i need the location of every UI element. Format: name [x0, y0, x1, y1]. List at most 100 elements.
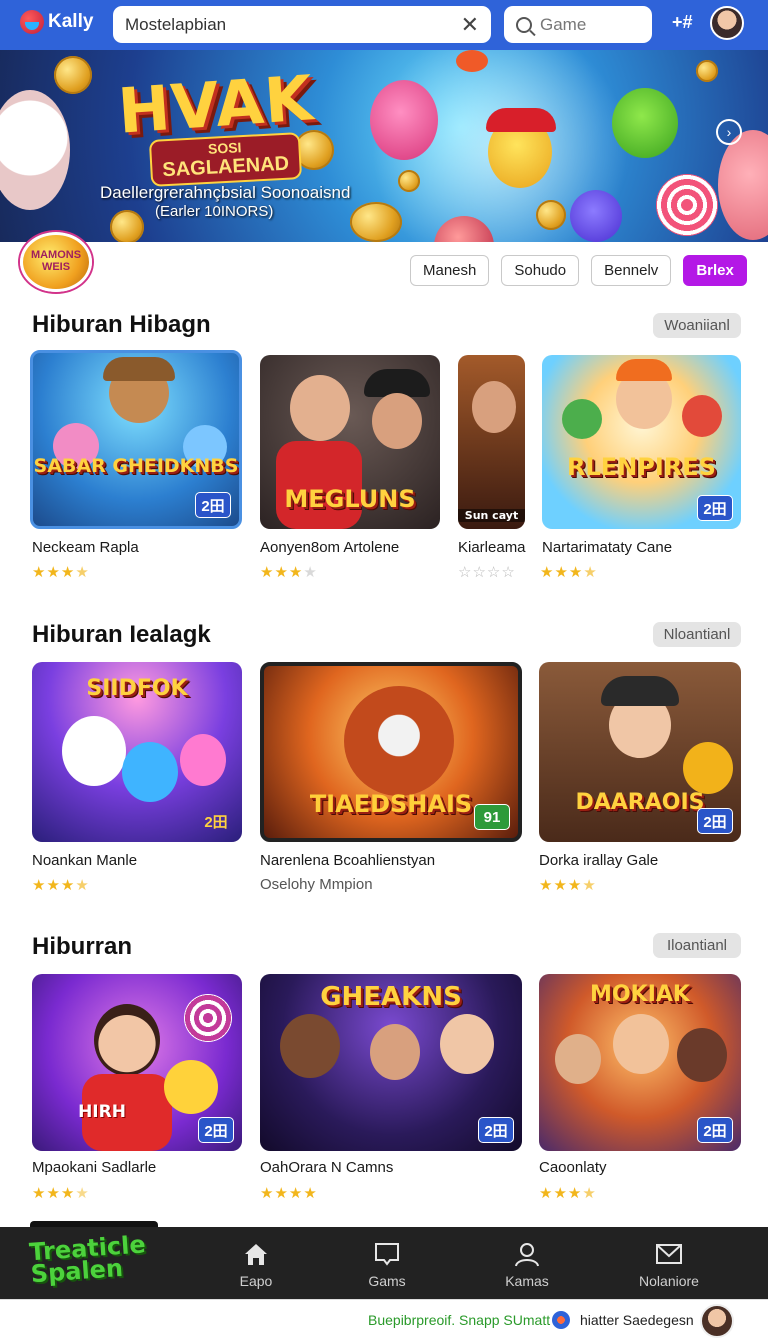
filter-chip[interactable]: Sohudo: [501, 255, 580, 286]
thumbnail-title: HIRH: [78, 1102, 126, 1122]
nav-item-home[interactable]: Eapo: [216, 1241, 296, 1289]
player-count-badge: 2田: [697, 808, 733, 834]
game-title: Mpaokani Sadlarle: [32, 1159, 157, 1176]
mascot-purple-icon: [570, 190, 622, 242]
game-title: Nartarimataty Cane: [542, 539, 673, 556]
rating-stars: ★★★★: [32, 877, 90, 894]
search-input[interactable]: [125, 14, 461, 35]
game-title: Kiarleama: [458, 539, 526, 556]
filter-chips: Manesh Sohudo Bennelv Brlex: [410, 255, 747, 286]
score-badge: 91: [474, 804, 510, 830]
mascot-yellow-icon: [164, 1060, 218, 1114]
mascot-side-icon: [718, 130, 768, 240]
game-search-box[interactable]: Game: [504, 6, 652, 43]
close-icon[interactable]: ✕: [461, 12, 479, 38]
promo-link[interactable]: Buepibrpreoif. Snapp SUmatt: [368, 1312, 550, 1328]
logo-text: Kally: [48, 11, 94, 32]
game-title: Narenlena Bcoahlienstyan: [260, 852, 436, 869]
bottom-navigation: Treaticle Spalen Eapo Gams Kamas Nolanio…: [0, 1221, 768, 1344]
nav-item-messages[interactable]: Nolaniore: [629, 1241, 709, 1289]
hero-text-1: Daellergrerahnçbsial Soonoaisnd: [100, 183, 351, 202]
game-thumbnail[interactable]: SIIDFOK 2田: [32, 662, 242, 842]
candy-swirl-icon: [184, 994, 232, 1042]
game-thumbnail[interactable]: GHEAKNS 2田: [260, 974, 522, 1151]
filter-chip[interactable]: Manesh: [410, 255, 490, 286]
thumbnail-title: SIIDFOK: [86, 676, 188, 701]
character-icon: [94, 1004, 160, 1076]
game-thumbnail[interactable]: RLENPIRES 2田: [542, 355, 741, 529]
game-title: Noankan Manle: [32, 852, 138, 869]
see-more-button[interactable]: Woaniianl: [653, 313, 741, 338]
coin-icon: [398, 170, 420, 192]
mascot-bear-icon: [62, 716, 126, 786]
mascot-pink-icon: [370, 80, 438, 160]
game-title: Aonyen8om Artolene: [260, 539, 400, 556]
rating-stars: ★★★★: [260, 564, 318, 581]
rating-stars: ★★★★: [540, 564, 598, 581]
coin-icon: [536, 200, 566, 230]
character-icon: [562, 399, 602, 439]
hero-subtitle: SOSI SAGLAENAD: [148, 132, 302, 187]
search-box: ✕: [113, 6, 491, 43]
mascot-bear-icon: [0, 90, 70, 210]
hair-icon: [616, 359, 672, 381]
status-dot-icon: [552, 1311, 570, 1329]
character-icon: [290, 375, 350, 441]
game-thumbnail[interactable]: DAARAOIS 2田: [539, 662, 741, 842]
logo-mark-icon: [20, 10, 44, 34]
see-more-button[interactable]: Nloantianl: [653, 622, 741, 647]
coin-icon: [696, 60, 718, 82]
game-thumbnail[interactable]: Sun cayt: [458, 355, 525, 529]
player-count-badge: 2田: [478, 1117, 514, 1143]
player-count-badge: 2田: [697, 1117, 733, 1143]
character-icon: [682, 395, 722, 437]
tab-indicator: [30, 1221, 158, 1227]
character-icon: [613, 1014, 669, 1074]
rating-stars: ★★★★: [32, 1185, 90, 1202]
thumbnail-title: GHEAKNS: [320, 982, 462, 1012]
user-avatar[interactable]: [710, 6, 744, 40]
section-title: Hiburan Iealagk: [32, 621, 211, 648]
mascot-pink-icon: [180, 734, 226, 786]
fox-icon: [344, 686, 454, 796]
character-icon: [555, 1034, 601, 1084]
chevron-right-icon[interactable]: ›: [716, 119, 742, 145]
see-more-button[interactable]: Iloantianl: [653, 933, 741, 958]
app-logo[interactable]: Kally: [20, 10, 93, 34]
notification-icon[interactable]: +#: [672, 12, 693, 33]
character-icon: [677, 1028, 727, 1082]
character-icon: [440, 1014, 494, 1074]
nav-item-profile[interactable]: Kamas: [487, 1241, 567, 1289]
game-thumbnail[interactable]: MOKIAK 2田: [539, 974, 741, 1151]
mail-icon: [656, 1244, 682, 1264]
filter-chip-active[interactable]: Brlex: [683, 255, 747, 286]
game-title: Dorka irallay Gale: [539, 852, 659, 869]
red-cap-icon: [486, 108, 556, 132]
rating-stars: ★★★★: [260, 1185, 318, 1202]
coin-icon: [110, 210, 144, 242]
game-thumbnail[interactable]: HIRH 2田: [32, 974, 242, 1151]
character-icon: [372, 393, 422, 449]
nav-item-games[interactable]: Gams: [347, 1241, 427, 1289]
promo-strip: Buepibrpreoif. Snapp SUmatt hiatter Saed…: [0, 1299, 768, 1344]
nav-item-label: Kamas: [505, 1273, 549, 1289]
thumbnail-title: MOKIAK: [590, 982, 690, 1007]
hero-banner[interactable]: HVAK SOSI SAGLAENAD Daellergrerahnçbsial…: [0, 50, 768, 242]
mascot-blue-icon: [122, 742, 178, 802]
player-count-badge: 2田: [204, 813, 228, 831]
nav-item-label: Nolaniore: [639, 1273, 699, 1289]
mascot-green-icon: [612, 88, 678, 158]
ball-icon: [456, 50, 488, 72]
game-thumbnail[interactable]: SABAR GHEIDKNBS 2田: [30, 350, 242, 529]
user-name[interactable]: hiatter Saedegesn: [580, 1312, 694, 1328]
book-icon: [375, 1243, 399, 1266]
thumbnail-title: Sun cayt: [458, 509, 525, 522]
game-thumbnail[interactable]: MEGLUNS: [260, 355, 440, 529]
game-thumbnail[interactable]: TIAEDSHAIS 91: [260, 662, 522, 842]
avatar[interactable]: [700, 1304, 734, 1338]
character-icon: [280, 1014, 340, 1078]
filter-chip[interactable]: Bennelv: [591, 255, 672, 286]
game-search-placeholder: Game: [540, 14, 587, 34]
footer-logo[interactable]: Treaticle Spalen: [28, 1230, 146, 1288]
nav-item-label: Eapo: [239, 1273, 273, 1289]
